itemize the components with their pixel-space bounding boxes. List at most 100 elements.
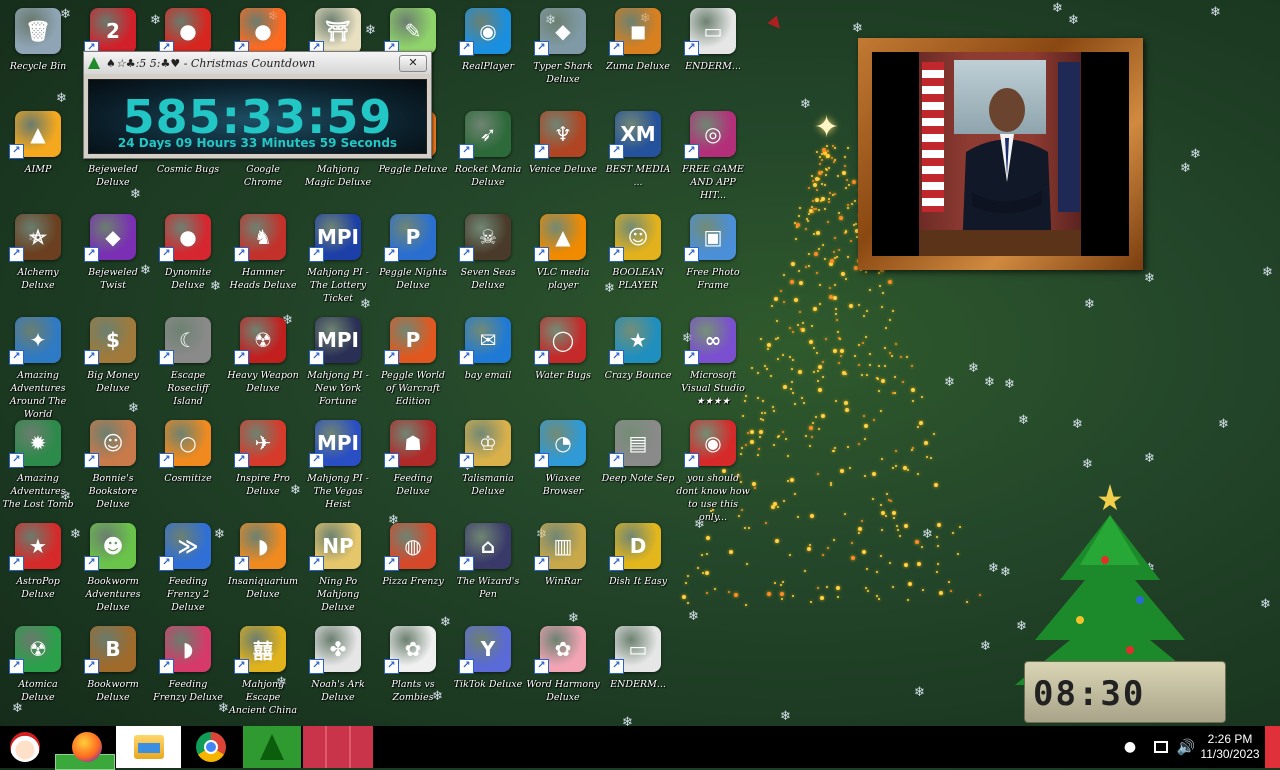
shortcut-arrow-icon: ↗ [534,247,549,262]
close-button[interactable]: ✕ [399,54,427,72]
desktop-shortcut[interactable]: ▥ ↗ WinRar [525,517,601,613]
desktop-shortcut[interactable]: ● ↗ Dynomite Deluxe [150,208,226,304]
desktop-shortcut[interactable]: ✿ ↗ Plants vs Zombies [375,620,451,716]
desktop-shortcut-label: Dish It Easy [608,576,668,587]
tree-light-sparkle [822,554,824,556]
snowflake-icon: ❄ [984,375,995,390]
atomica-icon: ☢ ↗ [9,626,61,674]
tree-light-sparkle [706,553,708,555]
desktop-shortcut[interactable]: ✹ ↗ Amazing Adventures The Lost Tomb [0,414,76,510]
desktop-shortcut[interactable]: ◔ ↗ Wiaxee Browser [525,414,601,510]
desktop-shortcut[interactable]: ☢ ↗ Atomica Deluxe [0,620,76,716]
desktop-shortcut[interactable]: XM ↗ BEST MEDIA ... [600,105,676,201]
desktop-shortcut[interactable]: ✉ ↗ bay email [450,311,526,407]
tree-light-sparkle [904,563,908,567]
tree-light-sparkle [838,337,840,339]
desktop-shortcut[interactable]: ☠ ↗ Seven Seas Deluxe [450,208,526,304]
taskbar-clock[interactable]: 2:26 PM 11/30/2023 [1198,726,1262,768]
tree-light-sparkle [803,402,805,404]
tree-light-sparkle [792,595,794,597]
desktop-shortcut[interactable]: ⌂ ↗ The Wizard's Pen [450,517,526,613]
pizza-icon: ◍ ↗ [384,523,436,571]
desktop-shortcut[interactable]: ◆ ↗ Bejeweled Twist [75,208,151,304]
money-bag-icon: $ ↗ [84,317,136,365]
desktop-shortcut[interactable]: P ↗ Peggle Nights Deluxe [375,208,451,304]
desktop-shortcut[interactable]: ♔ ↗ Talismania Deluxe [450,414,526,510]
desktop-shortcut[interactable]: ◎ ↗ FREE GAME AND APP HIT... [675,105,751,201]
desktop-shortcut[interactable]: ☺ ↗ BOOLEAN PLAYER [600,208,676,304]
desktop-shortcut[interactable]: ▣ ↗ Free Photo Frame [675,208,751,304]
desktop-shortcut[interactable]: ◯ ↗ Water Bugs [525,311,601,407]
tree-light-sparkle [864,424,868,428]
desktop-shortcut[interactable]: P ↗ Peggle World of Warcraft Edition [375,311,451,407]
photo-frame-widget[interactable] [858,38,1143,270]
desktop-shortcut[interactable]: ○ ↗ Cosmitize [150,414,226,510]
desktop-shortcut[interactable]: ☻ ↗ Bookworm Adventures Deluxe [75,517,151,613]
tree-light-sparkle [764,365,766,367]
tree-light-sparkle [912,400,914,402]
desktop-shortcut[interactable]: ◗ ↗ Feeding Frenzy Deluxe [150,620,226,716]
taskbar-chrome[interactable] [185,726,237,768]
desktop-shortcut[interactable]: ⛤ ↗ Alchemy Deluxe [0,208,76,304]
taskbar-gift-app[interactable] [303,726,373,768]
desktop-shortcut[interactable]: ▲ ↗ AIMP [0,105,76,201]
tree-light-sparkle [757,397,759,399]
desktop-shortcut[interactable]: ▭ ↗ ENDERM... [675,2,751,98]
taskbar-firefox[interactable] [62,726,112,768]
desktop-shortcut[interactable]: ♆ ↗ Venice Deluxe [525,105,601,201]
desktop-shortcut[interactable]: 🗑 Recycle Bin [0,2,76,98]
tree-light-sparkle [858,344,860,346]
desktop-shortcut[interactable]: ✈ ↗ Inspire Pro Deluxe [225,414,301,510]
desktop-shortcut[interactable]: ✦ ↗ Amazing Adventures Around The World [0,311,76,420]
desktop-shortcut[interactable]: ◉ ↗ RealPlayer [450,2,526,98]
taskbar-time: 2:26 PM [1207,732,1253,746]
desktop-shortcut[interactable]: ◆ ↗ Typer Shark Deluxe [525,2,601,98]
tree-light-sparkle [773,410,775,412]
tray-dot-icon[interactable]: ● [1120,726,1140,768]
desktop-shortcut[interactable]: ➶ ↗ Rocket Mania Deluxe [450,105,526,201]
desktop-shortcut[interactable]: ✤ ↗ Noah's Ark Deluxe [300,620,376,716]
desktop-shortcut[interactable]: B ↗ Bookworm Deluxe [75,620,151,716]
desktop-shortcut[interactable]: ◗ ↗ Insaniquarium Deluxe [225,517,301,613]
desktop-shortcut-label: Bonnie's Bookstore Deluxe [88,473,138,510]
desktop-shortcut[interactable]: ☗ ↗ Feeding Deluxe [375,414,451,510]
desktop-shortcut[interactable]: ☺ ↗ Bonnie's Bookstore Deluxe [75,414,151,510]
desktop-shortcut[interactable]: MPI ↗ Mahjong PI - The Vegas Heist [300,414,376,510]
tree-light-sparkle [911,365,913,367]
water-bugs-icon: ◯ ↗ [534,317,586,365]
desktop-shortcut[interactable]: $ ↗ Big Money Deluxe [75,311,151,407]
countdown-titlebar[interactable]: ♠☆♣:5 5:♣♥ - Christmas Countdown ✕ [84,52,431,74]
show-desktop-button[interactable] [1265,726,1280,768]
digital-clock-widget[interactable]: 08:30 [1024,661,1226,723]
volume-icon[interactable]: 🔊 [1175,726,1197,768]
desktop-shortcut[interactable]: ▲ ↗ VLC media player [525,208,601,304]
fish-icon: ≫ ↗ [159,523,211,571]
desktop-shortcut[interactable]: ◼ ↗ Zuma Deluxe [600,2,676,98]
taskbar-file-explorer[interactable] [116,726,181,768]
desktop-shortcut[interactable]: ✿ ↗ Word Harmony Deluxe [525,620,601,716]
desktop-shortcut[interactable]: ▭ ↗ ENDERM... [600,620,676,716]
desktop-shortcut[interactable]: ☢ ↗ Heavy Weapon Deluxe [225,311,301,407]
desktop-shortcut[interactable]: 囍 ↗ Mahjong Escape Ancient China [225,620,301,716]
tree-light-sparkle [922,589,924,591]
network-icon[interactable] [1150,726,1172,768]
desktop-shortcut[interactable]: ★ ↗ AstroPop Deluxe [0,517,76,613]
desktop-shortcut[interactable]: MPI ↗ Mahjong PI - New York Fortune [300,311,376,407]
desktop-shortcut[interactable]: ∞ ↗ Microsoft Visual Studio ★★★★ [675,311,751,407]
desktop-shortcut[interactable]: D ↗ Dish It Easy [600,517,676,613]
start-button-santa[interactable] [0,726,50,768]
desktop-shortcut[interactable]: ★ ↗ Crazy Bounce [600,311,676,407]
desktop-shortcut[interactable]: ♞ ↗ Hammer Heads Deluxe [225,208,301,304]
desktop-shortcut-label: AstroPop Deluxe [16,576,60,600]
desktop-shortcut[interactable]: NP ↗ Ning Po Mahjong Deluxe [300,517,376,613]
desktop-shortcut[interactable]: ≫ ↗ Feeding Frenzy 2 Deluxe [150,517,226,613]
christmas-countdown-window[interactable]: ♠☆♣:5 5:♣♥ - Christmas Countdown ✕ 585:3… [83,51,432,159]
tree-light-sparkle [812,422,814,424]
desktop-shortcut[interactable]: ▤ ↗ Deep Note Sep [600,414,676,510]
taskbar-christmas-countdown[interactable] [243,726,301,768]
desktop-shortcut[interactable]: ◍ ↗ Pizza Frenzy [375,517,451,613]
desktop-shortcut[interactable]: ◉ ↗ you should dont know how to use this o… [675,414,751,523]
desktop-shortcut[interactable]: Y ↗ TikTok Deluxe [450,620,526,716]
desktop-shortcut[interactable]: ☾ ↗ Escape Rosecliff Island [150,311,226,407]
desktop-shortcut[interactable]: MPI ↗ Mahjong PI - The Lottery Ticket [300,208,376,304]
